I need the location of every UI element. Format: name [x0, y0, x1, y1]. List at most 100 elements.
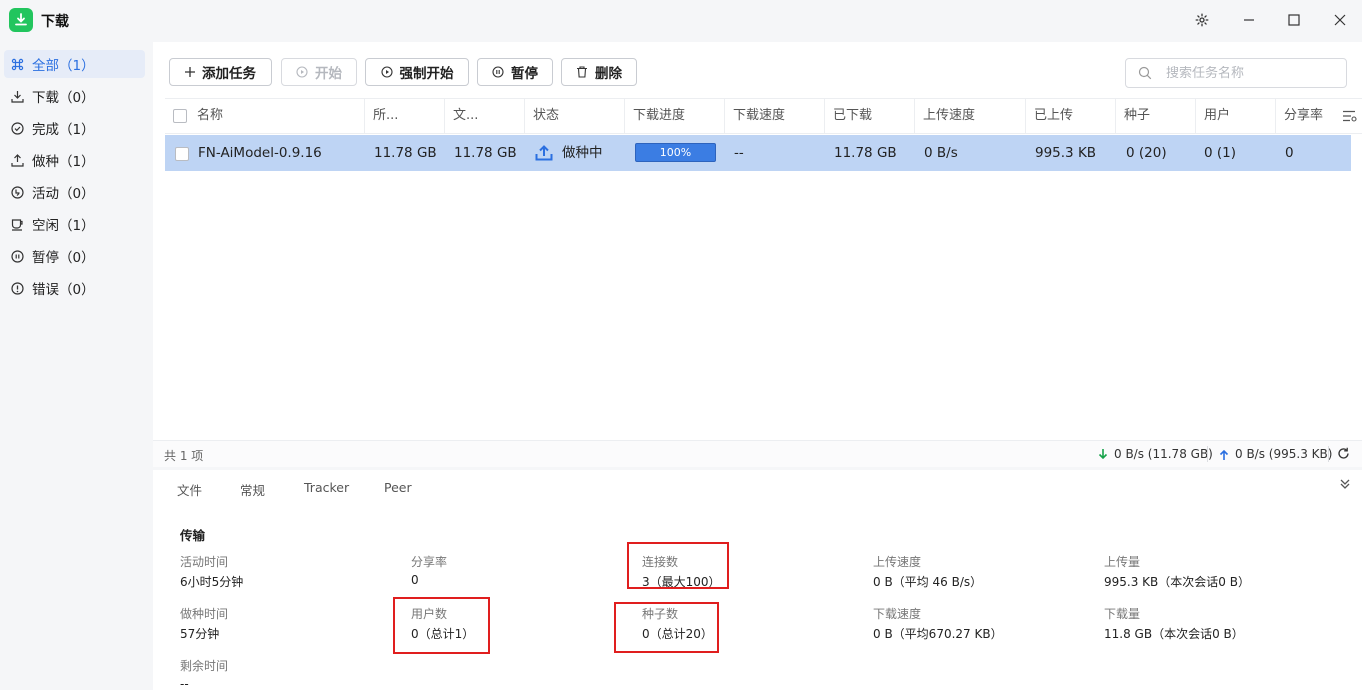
- upload-icon: [10, 153, 25, 168]
- downloaded-value: 11.8 GB（本次会话0 B）: [1104, 627, 1244, 641]
- minimize-icon[interactable]: [1238, 9, 1260, 31]
- force-start-button[interactable]: 强制开始: [365, 58, 469, 86]
- column-header-up-speed[interactable]: 上传速度: [914, 99, 1025, 133]
- sidebar-item-label: 暂停（0）: [32, 250, 95, 266]
- column-header-status[interactable]: 状态: [524, 99, 624, 133]
- task-file-size: 11.78 GB: [454, 145, 517, 161]
- search-box[interactable]: [1125, 58, 1347, 88]
- highlight-box-connections: [627, 542, 729, 589]
- sidebar-item-download[interactable]: 下载（0）: [4, 82, 145, 110]
- task-status: 做种中: [535, 135, 603, 171]
- column-header-name[interactable]: 名称: [189, 99, 364, 133]
- close-icon[interactable]: [1329, 9, 1351, 31]
- delete-button[interactable]: 删除: [561, 58, 637, 86]
- column-header-progress[interactable]: 下载进度: [624, 99, 724, 133]
- add-task-button[interactable]: 添加任务: [169, 58, 272, 86]
- pause-button[interactable]: 暂停: [477, 58, 553, 86]
- seed-time-label: 做种时间: [180, 607, 229, 621]
- active-time-label: 活动时间: [180, 555, 229, 569]
- total-download: 0 B/s (11.78 GB): [1098, 447, 1213, 461]
- activity-icon: [10, 185, 25, 200]
- upload-speed-label: 上传速度: [873, 555, 922, 569]
- check-circle-icon: [10, 121, 25, 136]
- item-count: 共 1 项: [164, 449, 204, 463]
- collapse-chevron-icon[interactable]: [1339, 478, 1351, 494]
- task-down-speed: --: [734, 145, 744, 161]
- progress-bar: 100%: [635, 143, 716, 162]
- settings-gear-icon[interactable]: [1191, 9, 1213, 31]
- uploaded-value: 995.3 KB（本次会话0 B）: [1104, 575, 1250, 589]
- download-speed-label: 下载速度: [873, 607, 922, 621]
- download-speed-value: 0 B（平均670.27 KB）: [873, 627, 1003, 641]
- tab-files[interactable]: 文件: [177, 480, 202, 499]
- search-input[interactable]: [1166, 65, 1336, 81]
- select-all-checkbox[interactable]: [173, 109, 187, 123]
- seeding-upload-icon: [535, 145, 553, 161]
- sidebar-item-label: 完成（1）: [32, 122, 95, 138]
- sidebar-item-label: 做种（1）: [32, 154, 95, 170]
- sidebar-item-label: 活动（0）: [32, 186, 95, 202]
- sidebar-item-seeding[interactable]: 做种（1）: [4, 146, 145, 174]
- remaining-time-label: 剩余时间: [180, 659, 229, 673]
- app-title: 下载: [41, 14, 69, 30]
- refresh-icon[interactable]: [1337, 447, 1350, 464]
- column-header-file-size[interactable]: 文...: [444, 99, 524, 133]
- start-button[interactable]: 开始: [281, 58, 357, 86]
- sidebar-item-paused[interactable]: 暂停（0）: [4, 242, 145, 270]
- task-name: FN-AiModel-0.9.16: [198, 145, 322, 161]
- task-uploaded: 995.3 KB: [1035, 145, 1097, 161]
- title-bar: 下载: [0, 0, 1362, 40]
- column-header-peers[interactable]: 用户: [1195, 99, 1275, 133]
- tab-general[interactable]: 常规: [240, 480, 265, 499]
- tab-tracker[interactable]: Tracker: [304, 480, 349, 495]
- maximize-icon[interactable]: [1283, 9, 1305, 31]
- pause-circle-icon: [492, 66, 504, 78]
- remaining-time-value: --: [180, 677, 189, 690]
- upload-speed-value: 0 B（平均 46 B/s）: [873, 575, 983, 589]
- task-up-speed: 0 B/s: [924, 145, 958, 161]
- search-icon: [1138, 66, 1152, 80]
- sidebar-item-label: 空闲（1）: [32, 218, 95, 234]
- column-header-size[interactable]: 所...: [364, 99, 444, 133]
- table-header: 名称 所... 文... 状态 下载进度 下载速度 已下载 上传速度 已上传 种…: [165, 98, 1362, 134]
- download-icon: [10, 89, 25, 104]
- cup-icon: [10, 217, 25, 232]
- sidebar-item-idle[interactable]: 空闲（1）: [4, 210, 145, 238]
- sidebar: 全部（1） 下载（0） 完成（1） 做种（1） 活动（0） 空闲（1） 暂停（0…: [0, 44, 153, 690]
- task-peers: 0 (1): [1204, 145, 1237, 161]
- footer-divider: [1328, 446, 1329, 462]
- column-header-ratio[interactable]: 分享率: [1275, 99, 1343, 133]
- sidebar-item-completed[interactable]: 完成（1）: [4, 114, 145, 142]
- app-download-icon: [9, 8, 33, 32]
- active-time-value: 6小时5分钟: [180, 575, 244, 589]
- column-header-down-speed[interactable]: 下载速度: [724, 99, 824, 133]
- total-upload: 0 B/s (995.3 KB): [1219, 447, 1332, 461]
- row-checkbox[interactable]: [175, 147, 189, 161]
- play-circle-icon: [296, 66, 308, 78]
- sidebar-item-label: 下载（0）: [32, 90, 95, 106]
- task-downloaded: 11.78 GB: [834, 145, 897, 161]
- column-settings-icon[interactable]: [1343, 110, 1357, 126]
- column-header-uploaded[interactable]: 已上传: [1025, 99, 1115, 133]
- column-header-downloaded[interactable]: 已下载: [824, 99, 914, 133]
- trash-icon: [577, 66, 587, 78]
- pause-circle-icon: [10, 249, 25, 264]
- seed-time-value: 57分钟: [180, 627, 220, 641]
- grid-icon: [10, 57, 25, 72]
- share-ratio-label: 分享率: [411, 555, 448, 569]
- play-circle-icon: [380, 66, 393, 78]
- tab-peer[interactable]: Peer: [384, 480, 412, 495]
- highlight-box-peers: [393, 597, 490, 654]
- details-panel: 文件 常规 Tracker Peer 传输 活动时间 6小时5分钟 分享率 0 …: [153, 470, 1362, 690]
- sidebar-item-label: 全部（1）: [32, 58, 95, 74]
- section-title-transfer: 传输: [180, 528, 206, 543]
- column-header-seeds[interactable]: 种子: [1115, 99, 1195, 133]
- task-list-panel: 添加任务 开始 强制开始 暂停 删除 名称 所... 文... 状态 下载进度 …: [153, 42, 1362, 467]
- sidebar-item-error[interactable]: 错误（0）: [4, 274, 145, 302]
- status-bar: 共 1 项 0 B/s (11.78 GB) 0 B/s (995.3 KB): [153, 440, 1362, 467]
- table-row[interactable]: FN-AiModel-0.9.16 11.78 GB 11.78 GB 做种中 …: [165, 135, 1351, 171]
- sidebar-item-active[interactable]: 活动（0）: [4, 178, 145, 206]
- sidebar-item-label: 错误（0）: [32, 282, 95, 298]
- sidebar-item-all[interactable]: 全部（1）: [4, 50, 145, 78]
- alert-circle-icon: [10, 281, 25, 296]
